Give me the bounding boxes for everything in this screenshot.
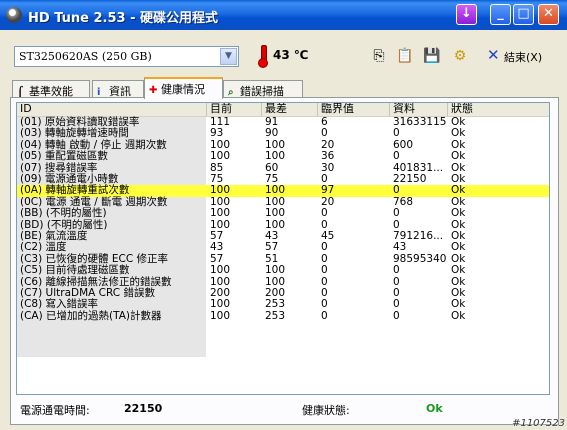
cell-current: 100 [210, 309, 231, 322]
cell-id: (BB) (不明的屬性) [20, 207, 107, 220]
col-header-data[interactable]: 資料 [390, 103, 448, 116]
cell-data: 0 [393, 150, 400, 163]
cell-current: 100 [210, 207, 231, 220]
cell-status: Ok [451, 264, 466, 277]
table-row[interactable]: (C5) 目前待處理磁區數 100 100 0 0 Ok [17, 264, 549, 277]
temperature-readout: 43 ℃ [273, 48, 309, 62]
col-header-current[interactable]: 目前 [207, 103, 262, 116]
cell-id: (05) 重配置磁區數 [20, 150, 108, 163]
power-on-label: 電源通電時間: [20, 404, 90, 417]
cell-threshold: 0 [321, 309, 328, 322]
tab-health-label: 健康情況 [161, 83, 205, 96]
smart-table[interactable]: ID 目前 最差 臨界值 資料 狀態 (01) 原始資料讀取錯誤率 111 91 6 3… [16, 102, 550, 395]
table-header: ID 目前 最差 臨界值 資料 狀態 [17, 103, 549, 117]
window-title: HD Tune 2.53 - 硬碟公用程式 [28, 11, 219, 26]
health-status-value: Ok [426, 402, 443, 415]
table-row[interactable]: (CA) 已增加的過熱(TA)計數器 100 253 0 0 Ok [17, 309, 549, 322]
drive-select[interactable]: ST3250620AS (250 GB) ▼ [14, 46, 239, 67]
save-icon[interactable]: 💾 [423, 47, 441, 65]
tab-health[interactable]: ✚ 健康情況 [144, 77, 223, 99]
table-row[interactable]: (BB) (不明的屬性) 100 100 0 0 Ok [17, 207, 549, 220]
clipboard-icon[interactable]: 📋 [396, 47, 414, 65]
cell-status: Ok [451, 309, 466, 322]
table-row[interactable]: (05) 重配置磁區數 100 100 36 0 Ok [17, 150, 549, 163]
copy-icon[interactable]: ⎘ [370, 47, 388, 65]
options-icon[interactable]: ⚙ [451, 47, 469, 65]
chevron-down-icon[interactable]: ▼ [220, 48, 237, 65]
maximize-button[interactable]: □ [513, 4, 534, 25]
minimize-button[interactable]: _ [490, 4, 511, 25]
cell-worst: 253 [265, 309, 286, 322]
cell-data: 0 [393, 309, 400, 322]
table-row[interactable]: (BD) (不明的屬性) 100 100 0 0 Ok [17, 219, 549, 231]
download-arrow-icon[interactable]: ↓ [456, 4, 477, 25]
cell-threshold: 0 [321, 207, 328, 220]
cell-worst: 100 [265, 207, 286, 220]
close-button[interactable]: ✕ [538, 4, 559, 25]
col-header-threshold[interactable]: 臨界值 [318, 103, 390, 116]
cell-current: 100 [210, 150, 231, 163]
power-on-value: 22150 [124, 402, 163, 415]
drive-select-value: ST3250620AS (250 GB) [19, 50, 152, 63]
col-header-worst[interactable]: 最差 [262, 103, 318, 116]
tab-benchmark[interactable]: ⌠ 基準效能 [12, 80, 90, 98]
watermark: #1107523 [512, 418, 565, 429]
cell-threshold: 0 [321, 264, 328, 277]
hdtune-app-icon [6, 7, 22, 23]
table-row[interactable]: (BE) 氣流溫度 57 43 45 791216... Ok [17, 230, 549, 242]
exit-label: 結束(X) [504, 51, 543, 64]
title-bar[interactable]: HD Tune 2.53 - 硬碟公用程式 ↓ _ □ ✕ [0, 0, 567, 30]
thermometer-icon [258, 45, 268, 68]
cell-status: Ok [451, 150, 466, 163]
health-status-label: 健康狀態: [302, 404, 350, 417]
cell-id: (C5) 目前待處理磁區數 [20, 264, 130, 277]
col-header-id[interactable]: ID [17, 103, 207, 116]
cell-worst: 100 [265, 150, 286, 163]
cell-status: Ok [451, 207, 466, 220]
col-header-status[interactable]: 狀態 [448, 103, 549, 116]
cell-threshold: 36 [321, 150, 335, 163]
tab-error-scan[interactable]: ⌕ 錯誤掃描 [223, 80, 303, 98]
cell-data: 0 [393, 207, 400, 220]
tab-info[interactable]: i 資訊 [92, 80, 144, 98]
health-cross-icon: ✚ [149, 85, 158, 96]
cell-worst: 100 [265, 264, 286, 277]
cell-id: (CA) 已增加的過熱(TA)計數器 [20, 309, 162, 322]
cell-data: 0 [393, 264, 400, 277]
exit-button[interactable]: ✕ 結束(X) [483, 45, 559, 67]
cell-current: 100 [210, 264, 231, 277]
exit-x-icon: ✕ [487, 46, 500, 64]
